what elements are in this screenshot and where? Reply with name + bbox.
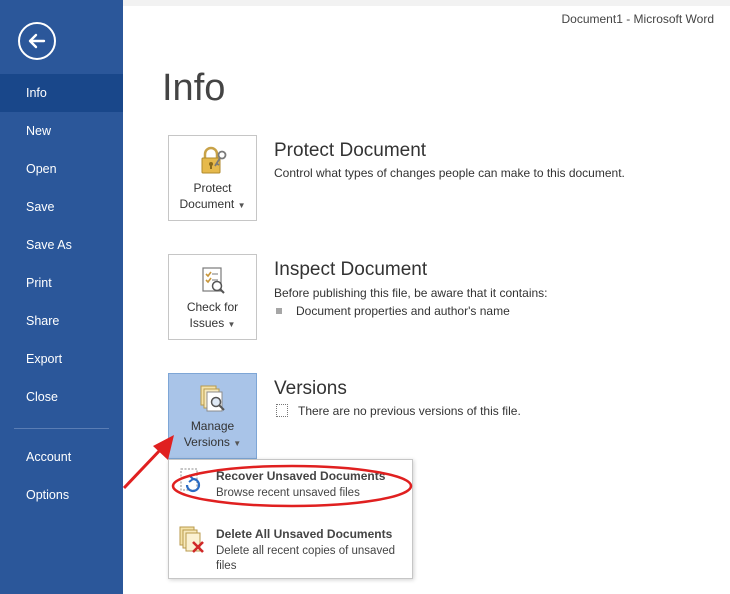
sidebar-item-save[interactable]: Save [0, 188, 123, 226]
sidebar-item-print[interactable]: Print [0, 264, 123, 302]
inspect-document-heading: Inspect Document [274, 259, 428, 280]
delete-documents-icon [179, 526, 204, 553]
inspect-document-description: Before publishing this file, be aware th… [274, 286, 548, 300]
recover-title: Recover Unsaved Documents [216, 469, 386, 483]
bullet-square-icon [276, 308, 282, 314]
sidebar-item-new[interactable]: New [0, 112, 123, 150]
protect-document-button[interactable]: Protect Document ▼ [168, 135, 257, 221]
sidebar-item-account[interactable]: Account [0, 438, 123, 476]
sidebar-item-close[interactable]: Close [0, 378, 123, 416]
sidebar-item-export[interactable]: Export [0, 340, 123, 378]
sidebar-divider [14, 428, 109, 429]
versions-description: There are no previous versions of this f… [298, 404, 521, 418]
sidebar-item-info[interactable]: Info [0, 74, 123, 112]
back-arrow-icon [28, 33, 46, 49]
manage-versions-button[interactable]: Manage Versions ▼ [168, 373, 257, 459]
backstage-sidebar: Info New Open Save Save As Print Share E… [0, 0, 123, 594]
document-icon [276, 404, 288, 417]
manage-versions-dropdown: Recover Unsaved Documents Browse recent … [168, 459, 413, 579]
versions-description-row: There are no previous versions of this f… [276, 404, 521, 418]
check-tile-label-line2: Issues [189, 316, 225, 330]
protect-tile-label-line1: Protect [193, 181, 232, 195]
window-title: Document1 - Microsoft Word [561, 12, 715, 26]
delete-description: Delete all recent copies of unsaved file… [216, 545, 395, 572]
manage-versions-icon [200, 385, 225, 412]
check-tile-label-line1: Check for [186, 300, 239, 314]
dropdown-caret-icon: ▼ [237, 201, 246, 210]
versions-tile-label-line1: Manage [190, 419, 235, 433]
recover-description: Browse recent unsaved files [216, 487, 360, 499]
versions-tile-label-line2: Versions [183, 435, 230, 449]
protect-document-heading: Protect Document [274, 140, 427, 161]
check-for-issues-button[interactable]: Check for Issues ▼ [168, 254, 257, 340]
versions-heading: Versions [274, 378, 347, 399]
dropdown-caret-icon: ▼ [227, 320, 236, 329]
delete-unsaved-documents-item[interactable]: Delete All Unsaved Documents Delete all … [169, 518, 412, 578]
protect-document-description: Control what types of changes people can… [274, 166, 625, 180]
inspect-bullet-item: Document properties and author's name [276, 304, 510, 318]
recover-document-icon [180, 468, 201, 493]
inspect-bullet-text: Document properties and author's name [296, 304, 510, 318]
sidebar-item-options[interactable]: Options [0, 476, 123, 514]
page-title: Info [162, 67, 226, 109]
protect-tile-label-line2: Document [179, 197, 235, 211]
sidebar-item-save-as[interactable]: Save As [0, 226, 123, 264]
lock-key-icon [201, 146, 227, 174]
recover-unsaved-documents-item[interactable]: Recover Unsaved Documents Browse recent … [169, 460, 412, 512]
sidebar-item-share[interactable]: Share [0, 302, 123, 340]
dropdown-caret-icon: ▼ [233, 439, 242, 448]
delete-title: Delete All Unsaved Documents [216, 527, 393, 541]
inspect-checklist-icon [202, 267, 225, 294]
sidebar-item-open[interactable]: Open [0, 150, 123, 188]
back-button[interactable] [18, 22, 56, 60]
